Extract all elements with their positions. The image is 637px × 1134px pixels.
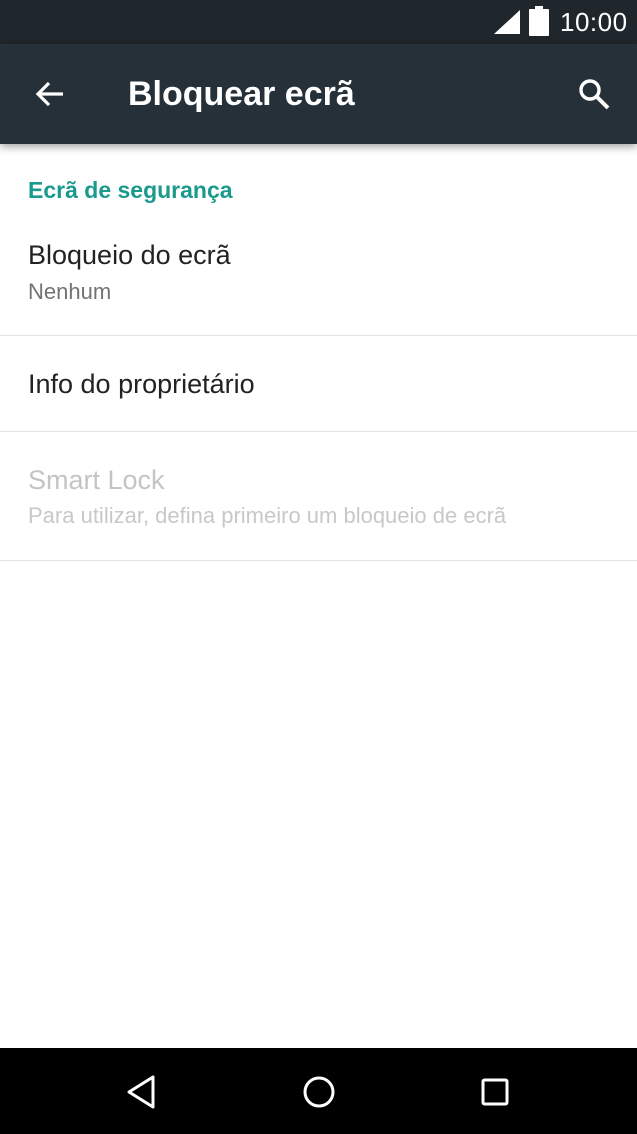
search-icon (579, 79, 610, 110)
back-triangle-icon (127, 1075, 155, 1109)
search-button[interactable] (570, 70, 618, 118)
screen: 10:00 Bloquear ecrã Ecrã de segurança Bl… (0, 0, 637, 1134)
nav-home-button[interactable] (295, 1068, 343, 1116)
navigation-bar (0, 1048, 637, 1134)
nav-back-button[interactable] (118, 1068, 166, 1116)
pref-summary: Para utilizar, defina primeiro um bloque… (28, 503, 507, 528)
nav-recents-button[interactable] (471, 1068, 519, 1116)
home-circle-icon (303, 1076, 335, 1108)
signal-icon (494, 10, 520, 34)
divider (0, 560, 637, 561)
battery-icon (529, 6, 549, 36)
app-bar: Bloquear ecrã (0, 44, 637, 144)
settings-list: Ecrã de segurança Bloqueio do ecrã Nenhu… (0, 144, 637, 1048)
pref-summary: Nenhum (28, 279, 112, 304)
status-bar: 10:00 (0, 0, 637, 44)
pref-screen-lock[interactable]: Bloqueio do ecrã Nenhum (0, 222, 637, 334)
page-title: Bloquear ecrã (128, 75, 355, 113)
back-button[interactable] (26, 70, 74, 118)
section-header: Ecrã de segurança (28, 177, 233, 203)
pref-title: Info do proprietário (28, 369, 255, 399)
recents-square-icon (481, 1078, 509, 1106)
pref-owner-info[interactable]: Info do proprietário (0, 336, 637, 430)
status-time: 10:00 (560, 7, 628, 37)
pref-title: Bloqueio do ecrã (28, 240, 231, 270)
arrow-back-icon (35, 81, 63, 107)
pref-smart-lock[interactable]: Smart Lock Para utilizar, defina primeir… (0, 432, 637, 560)
pref-title: Smart Lock (28, 465, 165, 495)
